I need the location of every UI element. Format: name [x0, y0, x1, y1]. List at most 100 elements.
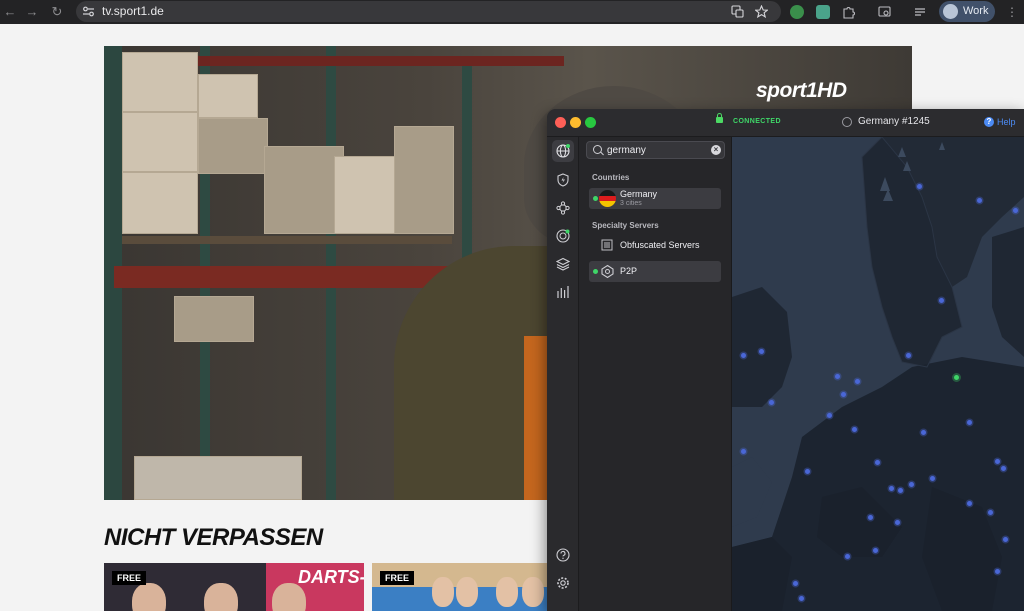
country-cities: 3 cities — [620, 200, 642, 207]
server-pin[interactable] — [995, 569, 1000, 574]
vpn-titlebar: CONNECTED Germany #1245 ? Help — [547, 109, 1024, 137]
server-pin[interactable] — [855, 379, 860, 384]
server-pin[interactable] — [1003, 537, 1008, 542]
extension-icon[interactable] — [816, 5, 830, 19]
free-badge: FREE — [112, 571, 147, 585]
vpn-app-window: CONNECTED Germany #1245 ? Help germany ×… — [547, 109, 1024, 611]
server-search[interactable]: × — [586, 141, 725, 159]
close-window-button[interactable] — [555, 117, 566, 128]
server-pin[interactable] — [917, 184, 922, 189]
site-settings-icon[interactable] — [82, 5, 95, 18]
specialty-heading: Specialty Servers — [592, 221, 659, 230]
server-pin[interactable] — [988, 510, 993, 515]
server-pin[interactable] — [741, 353, 746, 358]
statistics-nav-button[interactable] — [552, 281, 574, 303]
server-pin[interactable] — [906, 353, 911, 358]
settings-nav-button[interactable] — [552, 572, 574, 594]
server-pin[interactable] — [909, 482, 914, 487]
help-link[interactable]: Help — [997, 117, 1016, 127]
threat-protection-nav-button[interactable] — [552, 169, 574, 191]
server-pin[interactable] — [769, 400, 774, 405]
server-pin[interactable] — [827, 413, 832, 418]
server-pin[interactable] — [835, 374, 840, 379]
content-card[interactable]: DARTS- FREE — [104, 563, 364, 611]
support-nav-button[interactable] — [552, 544, 574, 566]
more-menu-icon[interactable]: ⋮ — [1006, 4, 1018, 20]
reload-icon[interactable]: ↻ — [47, 0, 67, 24]
lens-icon[interactable] — [878, 5, 892, 19]
zoom-window-button[interactable] — [585, 117, 596, 128]
translate-icon[interactable] — [731, 5, 744, 18]
server-pin[interactable] — [1013, 208, 1018, 213]
server-pin[interactable] — [889, 486, 894, 491]
europe-map — [732, 137, 1024, 611]
search-icon — [593, 145, 602, 154]
server-pin[interactable] — [895, 520, 900, 525]
server-pin[interactable] — [805, 469, 810, 474]
profile-button[interactable]: Work — [939, 1, 995, 22]
clear-search-icon[interactable]: × — [711, 145, 721, 155]
minimize-window-button[interactable] — [570, 117, 581, 128]
reading-list-icon[interactable] — [913, 5, 927, 19]
server-pin[interactable] — [939, 298, 944, 303]
card-headline: DARTS- — [298, 567, 364, 587]
specialty-name: Obfuscated Servers — [620, 240, 700, 250]
forward-icon[interactable]: → — [22, 0, 42, 24]
server-map[interactable] — [732, 137, 1024, 611]
globe-icon — [556, 144, 570, 158]
browser-toolbar: ← → ↻ tv.sport1.de Work ⋮ — [0, 0, 1024, 24]
dark-web-monitor-nav-button[interactable] — [552, 225, 574, 247]
country-item-germany[interactable]: Germany 3 cities — [589, 188, 721, 209]
server-pin[interactable] — [873, 548, 878, 553]
server-pin[interactable] — [898, 488, 903, 493]
server-pin[interactable] — [741, 449, 746, 454]
meshnet-nav-button[interactable] — [552, 197, 574, 219]
specialty-item-obfuscated[interactable]: Obfuscated Servers — [589, 235, 721, 256]
server-pin[interactable] — [841, 392, 846, 397]
vpn-sidebar — [547, 137, 579, 611]
countries-heading: Countries — [592, 173, 630, 182]
server-pin[interactable] — [845, 554, 850, 559]
back-icon[interactable]: ← — [0, 0, 20, 24]
split-tunneling-nav-button[interactable] — [552, 253, 574, 275]
url-text[interactable]: tv.sport1.de — [102, 1, 164, 22]
address-bar[interactable]: tv.sport1.de — [76, 1, 781, 22]
bookmark-star-icon[interactable] — [755, 5, 768, 18]
server-pin[interactable] — [930, 476, 935, 481]
lock-icon — [716, 113, 723, 123]
server-pin[interactable] — [977, 198, 982, 203]
connected-dot — [593, 196, 598, 201]
server-pin[interactable] — [967, 501, 972, 506]
germany-flag-icon — [599, 190, 616, 207]
server-list-panel: × Countries Germany 3 cities Specialty S… — [579, 137, 732, 611]
radar-icon — [556, 229, 570, 243]
extensions-puzzle-icon[interactable] — [842, 5, 856, 19]
obfuscated-server-icon — [601, 239, 613, 251]
countries-nav-button[interactable] — [552, 140, 574, 162]
profile-label: Work — [963, 5, 989, 17]
help-circle-icon — [556, 548, 570, 562]
bar-chart-icon — [557, 286, 569, 298]
section-title: NICHT VERPASSEN — [104, 524, 323, 551]
specialty-item-p2p[interactable]: P2P — [589, 261, 721, 282]
layers-icon — [556, 257, 570, 271]
server-pin[interactable] — [967, 420, 972, 425]
country-name: Germany — [620, 189, 658, 199]
server-pin[interactable] — [759, 349, 764, 354]
server-pin[interactable] — [1001, 466, 1006, 471]
specialty-name: P2P — [620, 266, 638, 276]
server-pin[interactable] — [852, 427, 857, 432]
grammarly-extension-icon[interactable] — [790, 5, 804, 19]
server-pin[interactable] — [875, 460, 880, 465]
server-pin[interactable] — [793, 581, 798, 586]
server-pin[interactable] — [921, 430, 926, 435]
meshnet-icon — [556, 201, 570, 215]
server-pin[interactable] — [995, 459, 1000, 464]
help-icon[interactable]: ? — [984, 117, 994, 127]
connected-server-pin[interactable] — [954, 375, 959, 380]
search-input[interactable] — [607, 142, 703, 158]
globe-icon — [842, 117, 852, 127]
server-pin[interactable] — [868, 515, 873, 520]
server-pin[interactable] — [799, 596, 804, 601]
connected-server[interactable]: Germany #1245 — [858, 116, 930, 127]
